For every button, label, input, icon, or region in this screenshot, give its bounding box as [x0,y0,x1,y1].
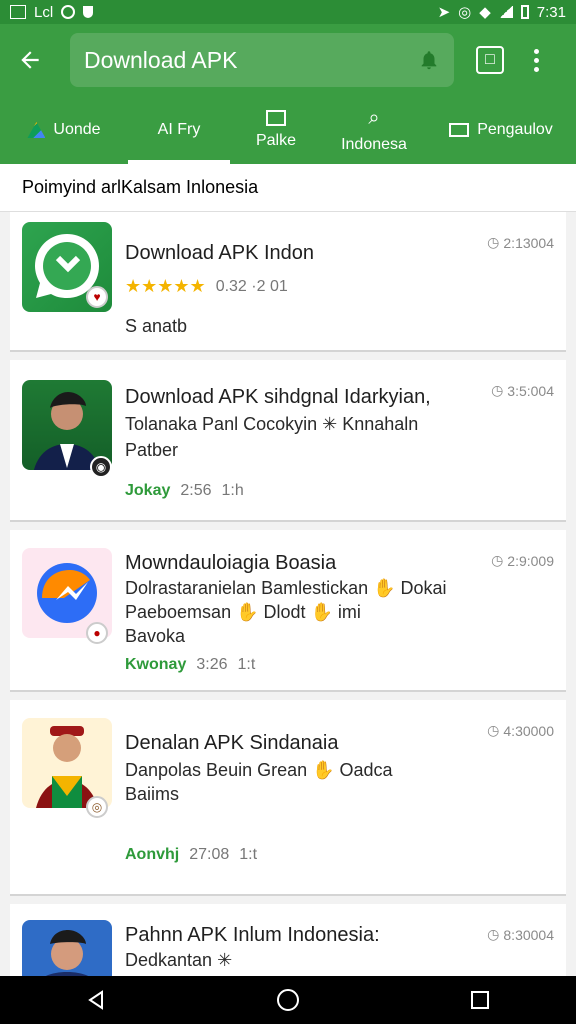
drive-icon [27,122,46,138]
time-stamp: ◷ 2:9:009 [491,552,554,569]
tab-bar: Uonde AI Fry Palke ⌕ Indonesa Pengaulov [0,96,576,164]
open-app-button[interactable]: □ [476,46,504,74]
profile-thumbnail [22,920,112,976]
meta-row: Aonvhj 27:08 1:t [125,846,257,864]
card-line: Patber [125,440,179,460]
card-line: Baiims [125,784,180,804]
meta-time: 27:08 [189,846,230,863]
back-nav-button[interactable] [74,978,118,1022]
location-icon: ➤ [437,4,451,21]
section-title: Poimyind arlKalsam Inlonesia [22,177,259,197]
clock-icon: ◷ [487,926,500,942]
list-item[interactable]: ◉ Download APK sihdgnal Idarkyian, Tolan… [10,360,566,522]
notification-bell-icon[interactable] [418,49,440,71]
app-bar: Download APK □ [0,24,576,96]
tab-label: AI Fry [157,121,201,138]
star-rating-icon: ★★★★★ [125,276,206,296]
wifi-icon: ◆ [479,4,491,21]
green-label: Jokay [125,482,171,499]
card-subtitle: S anatb [125,316,188,336]
more-menu-button[interactable] [526,43,546,77]
status-right: ➤ ◎ ◆ 7:31 [437,3,566,22]
status-time: 7:31 [536,3,566,21]
profile-thumbnail [22,718,112,808]
clock-icon: ◷ [491,382,504,398]
clock-icon: ◷ [487,722,500,738]
badge-icon: ◎ [86,796,108,818]
clock-icon: ◷ [491,552,504,568]
list-item[interactable]: Pahnn APK Inlum Indonesia: Dedkantan ✳ ◷… [10,904,566,976]
image-icon [266,110,286,126]
meta-small: 1:h [221,482,244,499]
android-nav-bar [0,976,576,1024]
tab-label: Palke [255,132,297,149]
list-item[interactable]: ● Mowndauloiagia Boasia Dolrastaranielan… [10,530,566,692]
list-item[interactable]: ◎ Denalan APK Sindanaia Danpolas Beuin G… [10,700,566,896]
clock-icon: ◷ [487,234,500,250]
meta-row: Jokay 2:56 1:h [125,482,244,500]
whatsapp-icon [61,5,76,19]
more-vertical-icon [533,48,539,54]
rating-row: ★★★★★ 0.32 ·2 01 [125,276,288,297]
status-bar: Lcl ➤ ◎ ◆ 7:31 [0,0,576,24]
battery-icon [520,5,529,19]
card-title: Pahnn APK Inlum Indonesia: [125,924,380,946]
arrow-left-icon [21,51,39,69]
card-title: Download APK Indon [125,242,315,264]
meta-time: 2:56 [180,482,212,499]
green-label: Aonvhj [125,846,180,863]
time-stamp: ◷ 2:13004 [487,234,554,251]
section-header: Poimyind arlKalsam Inlonesia [0,164,576,212]
person-icon [46,930,88,976]
uniform-person-icon [35,726,99,808]
card-line: Bavoka [125,626,186,646]
meta-row: Kwonay 3:26 1:t [125,656,255,674]
status-left-text: Lcl [34,3,54,21]
back-button[interactable] [10,40,50,80]
tab-pengaulov[interactable]: Pengaulov [426,96,576,164]
card-title: Mowndauloiagia Boasia [125,552,337,574]
meta-small: 1:t [237,656,256,673]
tab-label: Pengaulov [477,121,553,138]
time-stamp: ◷ 4:30000 [487,722,554,739]
card-title: Denalan APK Sindanaia [125,732,339,754]
search-bar[interactable]: Download APK [70,33,454,87]
circle-home-icon [277,989,299,1011]
card-line: Paeboemsan ✋ Dlodt ✋ imi [125,602,361,622]
search-icon: ⌕ [368,106,380,129]
card-line: Dolrastaranielan Bamlestickan ✋ Dokai [125,578,447,598]
tab-ai[interactable]: AI Fry [128,96,230,164]
status-left: Lcl [10,3,94,21]
shield-icon [83,6,94,18]
tab-palke[interactable]: Palke [230,96,322,164]
tab-label: Uonde [53,121,101,138]
box-icon: □ [485,51,495,68]
card-line: Tolanaka Panl Cocokyin ✳ Knnahaln [125,414,419,434]
home-nav-button[interactable] [266,978,310,1022]
time-stamp: ◷ 8:30004 [487,926,554,943]
camera-badge-icon: ◉ [90,456,112,478]
alarm-icon: ◎ [458,4,472,21]
tab-label: Indonesa [341,135,407,153]
green-label: Kwonay [125,656,187,673]
avatar-badge-icon: ● [86,622,108,644]
meta-small: 1:t [239,846,258,863]
meta-time: 3:26 [196,656,228,673]
time-stamp: ◷ 3:5:004 [491,382,554,399]
card-line: Dedkantan ✳ [125,950,233,970]
recent-nav-button[interactable] [458,978,502,1022]
search-input[interactable]: Download APK [84,47,237,74]
card-line: Danpolas Beuin Grean ✋ Oadca [125,760,393,780]
list-item[interactable]: ♥ Download APK Indon ★★★★★ 0.32 ·2 01 S … [10,212,566,352]
signal-icon [498,6,513,18]
status-image-icon [10,5,26,19]
triangle-back-icon [88,990,103,1010]
tab-indonesa[interactable]: ⌕ Indonesa [322,96,426,164]
rating-text: 0.32 ·2 01 [215,277,288,295]
tab-uonde[interactable]: Uonde [0,96,128,164]
square-recent-icon [471,991,489,1009]
heart-badge-icon: ♥ [86,286,108,308]
card-title: Download APK sihdgnal Idarkyian, [125,386,431,408]
video-icon [449,123,470,137]
